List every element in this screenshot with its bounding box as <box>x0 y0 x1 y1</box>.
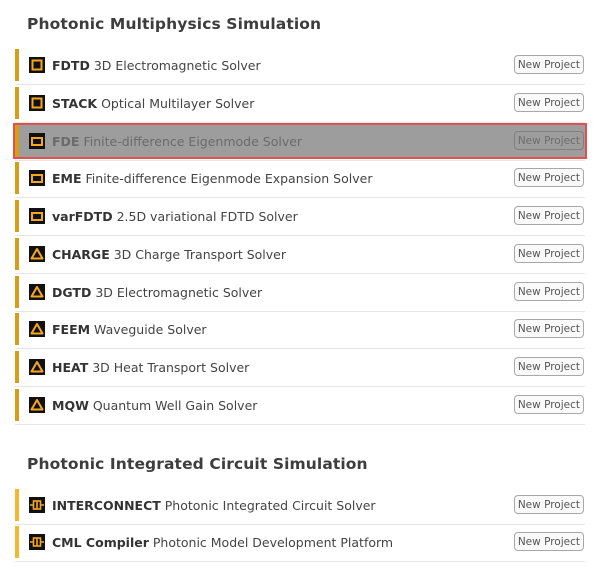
row-fde-selected[interactable]: FDE Finite-difference Eigenmode Solver N… <box>13 123 587 161</box>
new-project-button[interactable]: New Project <box>513 319 584 338</box>
row-eme[interactable]: EME Finite-difference Eigenmode Expansio… <box>15 162 585 198</box>
new-project-button[interactable]: New Project <box>513 282 584 301</box>
row-stack[interactable]: STACK Optical Multilayer Solver New Proj… <box>15 87 585 123</box>
row-varfdtd[interactable]: varFDTD 2.5D variational FDTD Solver New… <box>15 200 585 236</box>
section-title-multiphysics: Photonic Multiphysics Simulation <box>27 15 322 33</box>
new-project-button[interactable]: New Project <box>513 495 584 514</box>
product-name: FDTD <box>52 57 90 73</box>
mode-profile-icon <box>29 208 45 224</box>
new-project-button[interactable]: New Project <box>513 206 584 225</box>
product-desc: Photonic Integrated Circuit Solver <box>164 497 376 513</box>
product-desc: 3D Electromagnetic Solver <box>93 57 261 73</box>
row-heat[interactable]: HEAT 3D Heat Transport Solver New Projec… <box>15 351 585 387</box>
product-name: DGTD <box>52 284 92 300</box>
new-project-button[interactable]: New Project <box>513 395 584 414</box>
product-name: EME <box>52 170 82 186</box>
product-name: STACK <box>52 95 98 111</box>
new-project-button[interactable]: New Project <box>513 55 584 74</box>
section-title-pic: Photonic Integrated Circuit Simulation <box>27 455 368 473</box>
triangle-outline-icon <box>29 284 45 300</box>
new-project-button[interactable]: New Project <box>513 532 584 551</box>
circuit-icon <box>29 497 45 513</box>
product-name: CHARGE <box>52 246 110 262</box>
product-name: CML Compiler <box>52 534 149 550</box>
row-mqw[interactable]: MQW Quantum Well Gain Solver New Project <box>15 389 585 425</box>
row-interconnect[interactable]: INTERCONNECT Photonic Integrated Circuit… <box>15 489 585 525</box>
product-desc: Finite-difference Eigenmode Expansion So… <box>85 170 373 186</box>
circuit-icon <box>29 534 45 550</box>
product-name: FEEM <box>52 321 91 337</box>
row-charge[interactable]: CHARGE 3D Charge Transport Solver New Pr… <box>15 238 585 274</box>
square-outline-icon <box>29 57 45 73</box>
new-project-button[interactable]: New Project <box>513 244 584 263</box>
new-project-button[interactable]: New Project <box>513 131 584 150</box>
mode-profile-icon <box>29 170 45 186</box>
row-fdtd[interactable]: FDTD 3D Electromagnetic Solver New Proje… <box>15 49 585 85</box>
product-name: FDE <box>52 133 80 149</box>
product-name: MQW <box>52 397 89 413</box>
square-outline-icon <box>29 95 45 111</box>
product-name: INTERCONNECT <box>52 497 161 513</box>
triangle-outline-icon <box>29 246 45 262</box>
row-dgtd[interactable]: DGTD 3D Electromagnetic Solver New Proje… <box>15 276 585 312</box>
product-name: varFDTD <box>52 208 113 224</box>
new-project-button[interactable]: New Project <box>513 357 584 376</box>
product-desc: 3D Charge Transport Solver <box>113 246 287 262</box>
product-desc: 2.5D variational FDTD Solver <box>116 208 298 224</box>
product-desc: 3D Heat Transport Solver <box>92 359 250 375</box>
product-desc: 3D Electromagnetic Solver <box>95 284 263 300</box>
product-desc: Finite-difference Eigenmode Solver <box>83 133 303 149</box>
product-desc: Photonic Model Development Platform <box>152 534 394 550</box>
product-desc: Optical Multilayer Solver <box>101 95 255 111</box>
new-project-button[interactable]: New Project <box>513 93 584 112</box>
triangle-outline-icon <box>29 397 45 413</box>
row-cml-compiler[interactable]: CML Compiler Photonic Model Development … <box>15 526 585 562</box>
triangle-outline-icon <box>29 359 45 375</box>
row-feem[interactable]: FEEM Waveguide Solver New Project <box>15 313 585 349</box>
triangle-outline-icon <box>29 321 45 337</box>
product-desc: Waveguide Solver <box>94 321 207 337</box>
mode-profile-icon <box>29 133 45 149</box>
product-desc: Quantum Well Gain Solver <box>92 397 258 413</box>
new-project-button[interactable]: New Project <box>513 168 584 187</box>
product-name: HEAT <box>52 359 89 375</box>
